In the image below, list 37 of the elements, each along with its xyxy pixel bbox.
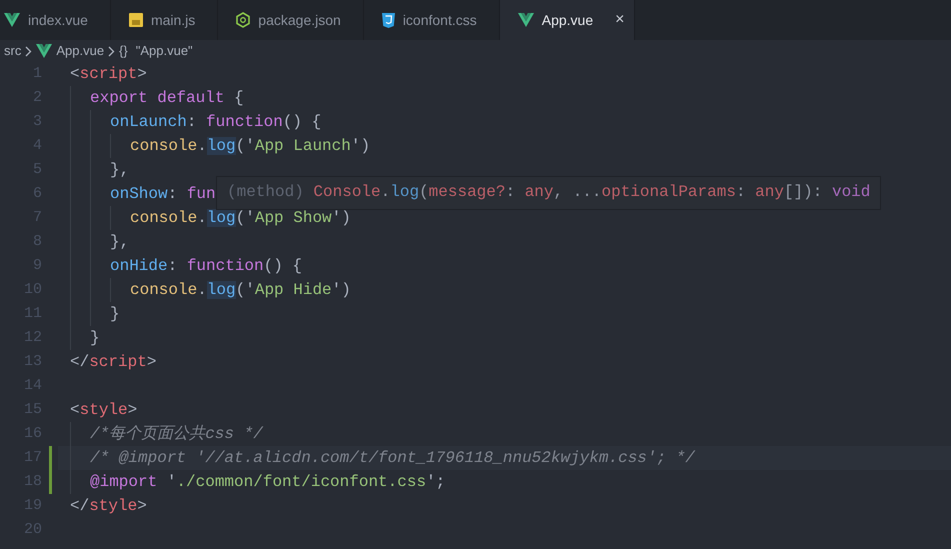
code-line: <style> [70,400,138,421]
vue-logo-icon [4,13,20,27]
code-line: onShow: fun [110,184,216,205]
hexagon-icon [236,12,250,28]
editor-tab[interactable]: iconfont.css [402,10,477,30]
code-line: /* @import '//at.alicdn.com/t/font_1796118_nnu52kwjykm.css'; */ [90,448,695,469]
code-line: <script> [70,64,147,85]
chevron-icon [25,46,32,56]
code-line: onHide: function() { [110,256,302,277]
code-line: console.log('App Hide') [130,280,351,301]
editor-tab[interactable]: main.js [150,10,196,30]
code-line: }, [110,232,130,253]
code-line: </style> [70,496,147,517]
breadcrumb-item[interactable]: App.vue [56,41,104,61]
code-line: onLaunch: function() { [110,112,322,133]
hover-tooltip: (method) Console.log(message?: any, ...optionalParams: any[]): void [216,176,882,210]
editor-tab[interactable]: index.vue [28,10,88,30]
code-line: console.log('App Launch') [130,136,370,157]
css-shield-icon [382,12,395,28]
breadcrumb-item[interactable]: "App.vue" [136,41,193,61]
vue-logo-icon [518,13,534,27]
code-line: /*每个页面公共css */ [90,424,263,445]
breadcrumb-item[interactable]: src [4,41,22,61]
chevron-icon [108,46,116,56]
braces-icon: {} [119,41,128,61]
code-line: }, [110,160,130,181]
code-line: console.log('App Show') [130,208,351,229]
close-icon[interactable]: × [615,12,624,28]
code-line: @import './common/font/iconfont.css'; [90,472,446,493]
js-file-icon [128,13,143,27]
editor-tab[interactable]: package.json [258,10,341,30]
editor-tab[interactable]: App.vue [542,10,594,30]
code-line: } [90,328,100,349]
code-line: </script> [70,352,156,373]
vue-logo-icon [36,44,52,58]
code-line: } [110,304,120,325]
code-line: export default { [90,88,244,109]
